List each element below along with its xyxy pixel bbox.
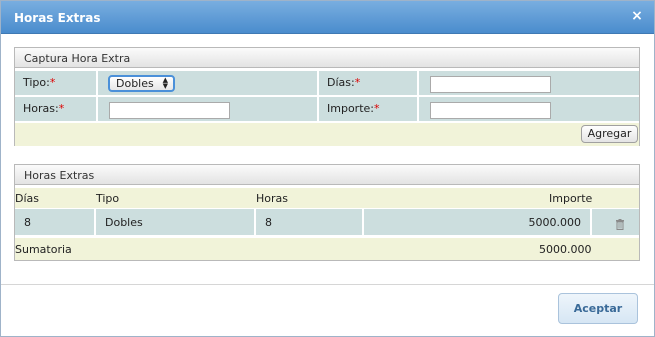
- horas-label-cell: Horas:*: [15, 97, 98, 121]
- col-horas: Horas: [256, 192, 288, 205]
- sum-value: 5000.000: [539, 243, 592, 256]
- tipo-select[interactable]: Dobles ▲ ▼: [108, 75, 175, 92]
- tipo-label-cell: Tipo:*: [15, 71, 98, 95]
- close-icon[interactable]: ×: [630, 8, 644, 24]
- dias-label-cell: Días:*: [319, 71, 419, 95]
- dialog-title: Horas Extras: [14, 11, 101, 25]
- dialog-titlebar: Horas Extras ×: [1, 1, 654, 34]
- col-dias: Días: [15, 192, 39, 205]
- table-header: Días Tipo Horas Importe: [15, 188, 639, 208]
- footer-divider: [1, 284, 654, 285]
- cell-tipo: Dobles: [96, 209, 256, 235]
- importe-field[interactable]: [430, 102, 551, 119]
- col-tipo: Tipo: [96, 192, 120, 205]
- sum-label: Sumatoria: [15, 243, 72, 256]
- col-importe: Importe: [549, 192, 593, 205]
- dias-field[interactable]: [430, 76, 551, 93]
- required-mark: *: [49, 76, 56, 89]
- add-button[interactable]: Agregar: [581, 125, 638, 143]
- importe-label-cell: Importe:*: [319, 97, 419, 121]
- select-arrows-icon: ▲ ▼: [162, 76, 168, 90]
- overtime-table-panel: Horas Extras Días Tipo Horas Importe 8 D…: [14, 164, 640, 261]
- capture-footer: [15, 123, 639, 146]
- capture-panel: Captura Hora Extra Tipo:* Días:* Horas:*…: [14, 47, 640, 146]
- sum-row: Sumatoria 5000.000: [15, 238, 639, 260]
- capture-panel-title: Captura Hora Extra: [15, 48, 639, 68]
- required-mark: *: [373, 102, 380, 115]
- dialog: Horas Extras × Captura Hora Extra Tipo:*…: [0, 0, 655, 337]
- tipo-label: Tipo:: [23, 76, 50, 89]
- cell-horas: 8: [256, 209, 364, 235]
- cell-importe: 5000.000: [364, 209, 592, 235]
- trash-icon[interactable]: [615, 219, 625, 230]
- required-mark: *: [354, 76, 361, 89]
- horas-field[interactable]: [109, 102, 230, 119]
- dias-label: Días:: [327, 76, 355, 89]
- tipo-select-value: Dobles: [116, 77, 154, 90]
- accept-button[interactable]: Aceptar: [558, 293, 638, 324]
- importe-label: Importe:: [327, 102, 374, 115]
- table-row: 8 Dobles 8 5000.000: [15, 209, 639, 235]
- required-mark: *: [58, 102, 65, 115]
- overtime-table-title: Horas Extras: [15, 165, 639, 185]
- horas-label: Horas:: [23, 102, 59, 115]
- cell-dias: 8: [15, 209, 96, 235]
